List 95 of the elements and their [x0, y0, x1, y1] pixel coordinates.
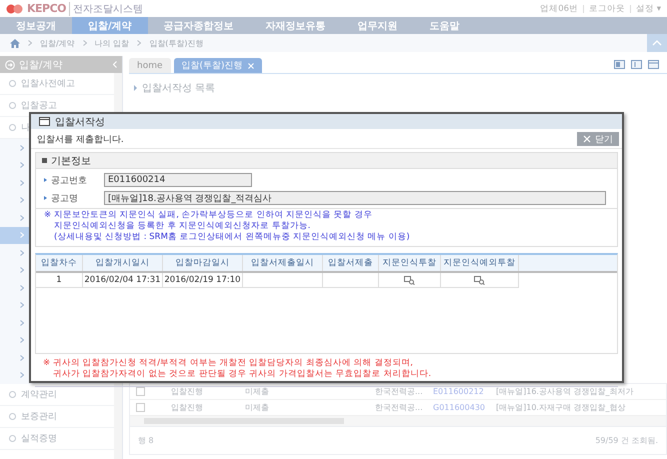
tab[interactable]: 입찰(투찰)진행 [174, 58, 262, 73]
sidebar-title: 입찰/계약 [19, 58, 62, 72]
row-checkbox[interactable] [136, 387, 145, 396]
chevron-icon [20, 302, 24, 308]
table-cell-text: 미제출 [244, 402, 270, 413]
nav-menu-item[interactable]: 정보공개 [0, 17, 72, 34]
chevron-icon [20, 354, 24, 361]
panel-icon[interactable] [614, 60, 625, 69]
column-header: 입찰마감일시 [163, 255, 243, 271]
table-cell-text: 입찰진행 [170, 386, 204, 397]
table-cell: 2016/02/19 17:10 [163, 273, 243, 288]
close-icon [583, 135, 591, 143]
nav-menu-item[interactable]: 공급자종합정보 [148, 17, 250, 34]
column-header: 입찰서제출일시 [243, 255, 323, 271]
logo-icon [6, 4, 24, 14]
chevron-icon [20, 144, 24, 151]
close-icon[interactable] [248, 62, 254, 68]
column-header: 지문인식예외투찰 [441, 255, 519, 271]
bullet-icon [44, 178, 47, 182]
column-header: 입찰개시일시 [83, 255, 163, 271]
chevron-icon [137, 40, 142, 46]
dialog-message: 입찰서를 제출합니다. [37, 134, 124, 146]
circle-icon [9, 124, 16, 131]
breadcrumb-link[interactable]: 나의 입찰 [94, 38, 130, 48]
header-link[interactable]: 설정 ▾ [636, 2, 661, 14]
collapse-button[interactable] [647, 34, 667, 52]
table-cell-text: [매뉴얼]16.공사용역 경쟁입찰_최저가 [495, 386, 635, 397]
window-icon [39, 117, 50, 126]
nav-menu-item[interactable]: 도움말 [414, 17, 476, 34]
chevron-icon [28, 40, 32, 46]
circle-icon [9, 80, 16, 87]
table-cell-text: 미제출 [244, 386, 270, 397]
chevron-icon [20, 372, 24, 378]
breadcrumb-link[interactable]: 입찰/계약 [40, 38, 75, 48]
chevron-icon [20, 197, 24, 204]
scrollbar[interactable] [130, 416, 666, 426]
bullet-icon [134, 85, 137, 91]
table-cell: 2016/02/04 17:31 [83, 273, 163, 288]
column-header: 입찰서제출 [323, 255, 379, 271]
header-link[interactable]: 로그아웃 [589, 2, 626, 14]
field-label: 공고번호 [51, 174, 88, 186]
chevron-icon [20, 180, 24, 186]
collapse-icon[interactable] [113, 61, 117, 68]
table-cell-text: [매뉴얼]10.자재구매 경쟁입찰_협상 [495, 402, 627, 413]
table-cell: 1 [36, 273, 83, 288]
column-header: 입찰차수 [36, 255, 83, 271]
logo-text: KEPCO [27, 2, 66, 15]
table-cell-text: G011600430 [432, 403, 486, 412]
notice-text: ※ 지문보안토큰의 지문인식 실패, 손가락부상등으로 인하여 지문인식을 못할 경우 [44, 210, 374, 221]
bullet-icon [42, 158, 47, 163]
arrow-circle-icon [5, 60, 15, 70]
section-title: 입찰서작성 목록 [142, 82, 216, 95]
result-count: 59/59 건 조회됨. [595, 435, 658, 446]
input-field[interactable]: [매뉴얼]18.공사용역 경쟁입찰_적격심사 [104, 191, 606, 205]
panel-icon[interactable] [631, 60, 642, 69]
caret-icon [652, 40, 662, 46]
notice-text: (상세내용및 신청방법 : SRM홈 로그인상태에서 왼쪽메뉴중 지문인식예외신청 메뉴 이용) [53, 232, 411, 243]
chevron-icon [20, 250, 24, 256]
window-icon[interactable] [648, 60, 659, 69]
close-button[interactable]: 닫기 [577, 132, 619, 146]
chevron-icon [20, 284, 24, 291]
nav-menu-item[interactable]: 자재정보유통 [250, 17, 342, 34]
nav-menu-item[interactable]: 업무지원 [342, 17, 414, 34]
table-cell-text: 한국전력공... [374, 386, 424, 397]
notice-text: 지문인식예외신청을 등록한 후 지문인식예외신청자로 투찰가능. [53, 221, 312, 232]
bullet-icon [44, 196, 47, 200]
chevron-icon [20, 214, 24, 221]
circle-icon [9, 435, 16, 442]
breadcrumb-link[interactable]: 입찰(투찰)진행 [149, 38, 204, 48]
chevron-icon [20, 337, 24, 344]
chevron-icon [20, 162, 24, 168]
input-field[interactable]: E011600214 [104, 173, 252, 187]
row-checkbox[interactable] [136, 403, 145, 412]
chevron-icon [20, 320, 24, 326]
tab[interactable]: home [129, 58, 171, 73]
header-link[interactable]: 업체06번 [540, 2, 578, 14]
field-label: 공고명 [51, 192, 79, 204]
circle-icon [9, 413, 16, 420]
table-cell-text: E011600212 [432, 387, 485, 396]
system-name: 전자조달시스템 [69, 2, 144, 16]
nav-menu-item[interactable]: 입찰/계약 [72, 17, 148, 34]
chevron-icon [82, 40, 87, 46]
chevron-icon [20, 232, 24, 238]
circle-icon [9, 391, 16, 398]
section-title: 기본정보 [51, 154, 91, 168]
column-header: 지문인식투찰 [379, 255, 441, 271]
warning-text: ※ 귀사의 입찰참가신청 적격/부적격 여부는 개찰전 입찰담당자의 최종심사에 의해 결정되며, [43, 358, 414, 369]
table-cell-text: 한국전력공... [374, 402, 424, 413]
row-count: 행 8 [138, 435, 154, 446]
circle-icon [9, 102, 16, 109]
chevron-icon [20, 267, 24, 274]
table-cell-text: 입찰진행 [170, 402, 204, 413]
home-icon[interactable] [10, 38, 20, 48]
dialog-title: 입찰서작성 [55, 116, 105, 128]
warning-text: 귀사가 입찰참가자격이 없는 것으로 판단될 경우 귀사의 가격입찰서는 무효입찰로 처리합니다. [52, 369, 432, 380]
